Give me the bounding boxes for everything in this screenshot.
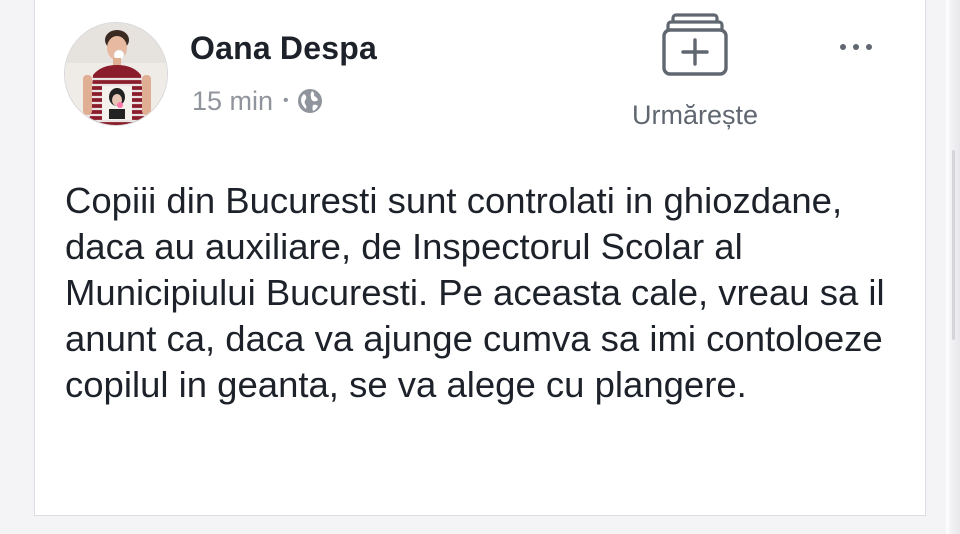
post-body-text: Copiii din Bucuresti sunt controlati in … <box>65 180 885 405</box>
meta-separator: • <box>283 92 289 109</box>
follow-label: Urmărește <box>631 100 759 130</box>
post-meta: 15 min • <box>192 83 323 119</box>
stacked-plus-icon <box>662 13 728 76</box>
feed-gap <box>0 516 946 534</box>
author-name[interactable]: Oana Despa <box>190 30 377 67</box>
device-edge <box>946 0 960 534</box>
more-dot <box>853 44 859 50</box>
avatar-photo <box>65 23 167 125</box>
screen: Oana Despa 15 min • Urmărește Copiii din… <box>0 0 960 534</box>
follow-button[interactable]: Urmărește <box>620 12 770 142</box>
post-timestamp[interactable]: 15 min <box>192 86 273 117</box>
more-dot <box>866 44 872 50</box>
more-options-icon[interactable] <box>826 32 886 62</box>
more-dot <box>840 44 846 50</box>
globe-icon[interactable] <box>297 88 323 114</box>
avatar[interactable] <box>64 22 168 126</box>
